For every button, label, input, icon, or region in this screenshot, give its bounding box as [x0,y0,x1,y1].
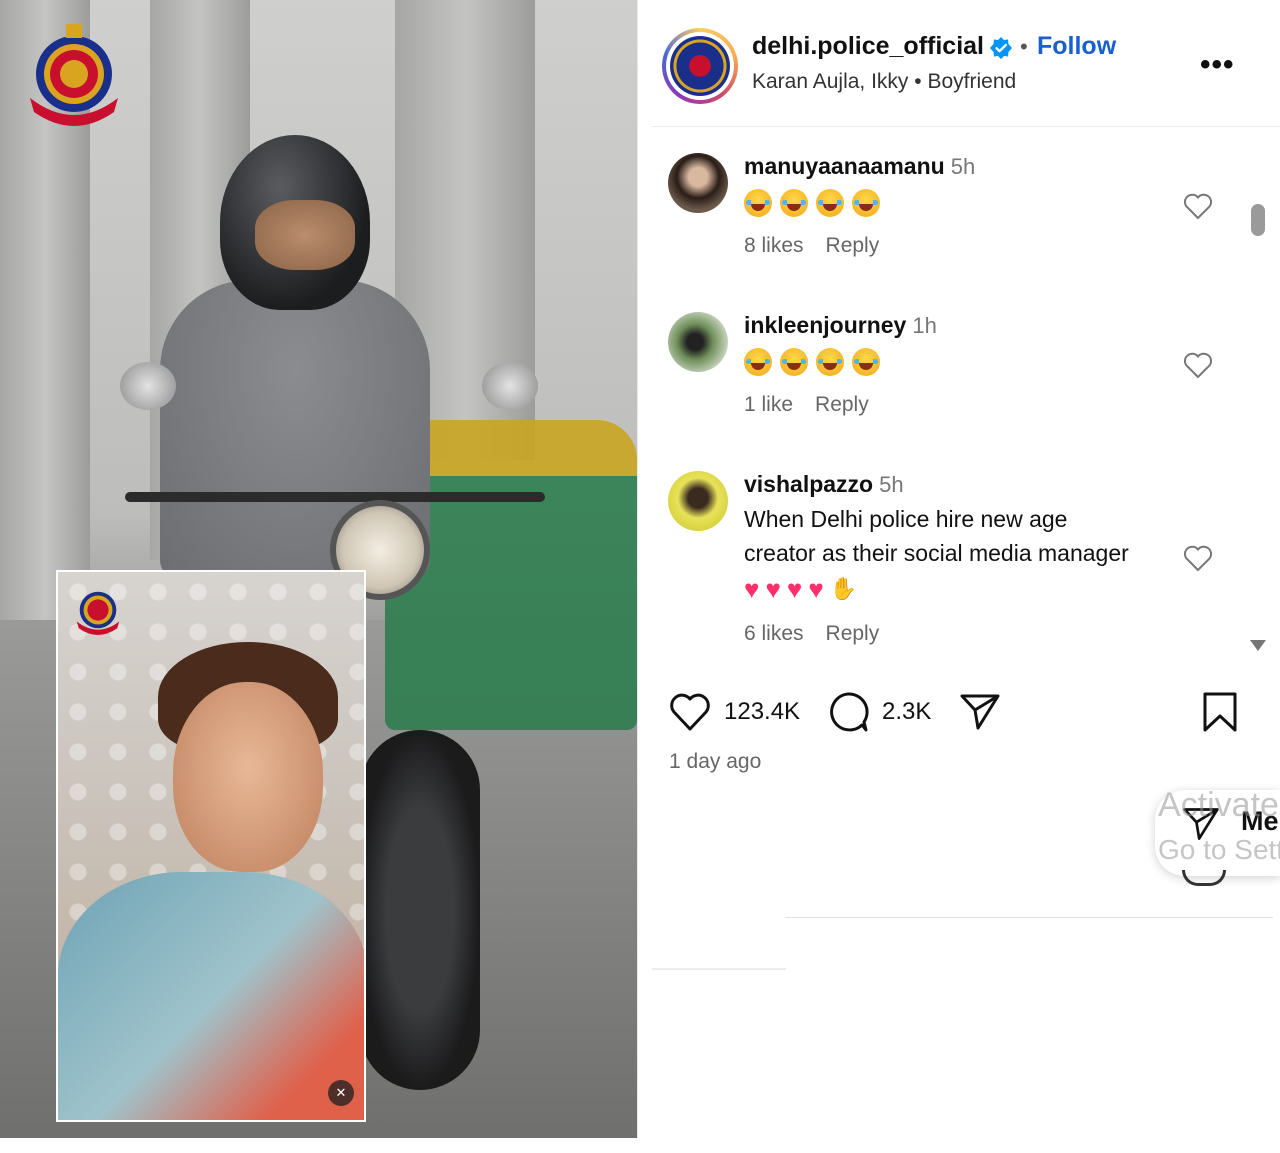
post-time: 1 day ago [669,750,762,773]
reply-button[interactable]: Reply [826,622,880,645]
floating-button-shadow [1182,870,1226,886]
more-options-icon[interactable]: ••• [1200,48,1235,82]
pink-heart-emoji-icon: ♥ [786,573,803,604]
mirror-left [120,362,176,410]
comment-emojis [744,184,1144,218]
header-separator: • [1020,34,1028,59]
follow-button[interactable]: Follow [1037,32,1116,61]
panel-divider [637,0,638,1138]
comment-like-heart-icon[interactable] [1183,192,1213,220]
pink-heart-emoji-icon: ♥ [765,573,781,604]
comments-count[interactable]: 2.3K [882,698,931,726]
activate-windows-watermark: Activate [1158,786,1279,824]
panel-bottom-border [652,968,786,970]
comment-like-heart-icon[interactable] [1183,544,1213,572]
commenter-avatar[interactable] [668,312,728,372]
inset-video[interactable]: ✕ [56,570,366,1122]
panel-bottom-border [785,917,1273,918]
commenter-avatar[interactable] [668,471,728,531]
rider-face [255,200,355,270]
laughing-emoji-icon [780,188,808,217]
verified-badge-icon [990,37,1012,59]
like-heart-icon[interactable] [668,690,712,734]
comment-time: 5h [879,472,904,497]
laughing-emoji-icon [816,347,844,376]
handlebar [125,492,545,502]
delhi-police-seal-logo [30,24,118,126]
share-send-icon[interactable] [958,690,1002,734]
laughing-emoji-icon [744,347,772,376]
comment-time: 1h [912,313,937,338]
comment-like-heart-icon[interactable] [1183,351,1213,379]
front-tire [360,730,480,1090]
activate-windows-watermark-sub: Go to Sett [1158,834,1280,865]
mirror-right [482,362,538,410]
comment-username[interactable]: manuyaanaamanu [744,153,945,179]
action-bar: 123.4K 2.3K [668,690,1248,734]
likes-count[interactable]: 123.4K [724,698,800,726]
header-divider [652,126,1280,127]
audio-track: Boyfriend [927,70,1017,93]
comment-text: When Delhi police hire new age creator a… [744,506,1129,566]
audio-artist: Karan Aujla, Ikky [752,70,909,93]
audio-credit[interactable]: Karan Aujla, Ikky • Boyfriend [752,70,1016,94]
woman-face [173,682,323,872]
audio-separator: • [914,70,922,93]
pink-heart-emoji-icon: ♥ [744,573,760,604]
comment-text-block: When Delhi police hire new age creator a… [744,502,1134,606]
scrollbar-thumb[interactable] [1251,204,1265,236]
scroll-down-arrow-icon[interactable] [1250,640,1266,651]
delhi-police-seal-small-logo [76,591,120,636]
comment-emojis [744,343,1144,377]
comment-likes[interactable]: 6 likes [744,622,804,645]
account-avatar[interactable] [662,28,738,104]
laughing-emoji-icon [780,347,808,376]
reply-button[interactable]: Reply [826,234,880,257]
commenter-avatar[interactable] [668,153,728,213]
comment-username[interactable]: vishalpazzo [744,471,873,497]
raising-hands-emoji-icon: ✋ [829,575,858,601]
comment-icon[interactable] [826,690,870,734]
comment-time: 5h [950,154,976,179]
comment-likes[interactable]: 1 like [744,393,793,416]
mute-icon[interactable]: ✕ [328,1080,354,1106]
account-handle[interactable]: delhi.police_official [752,32,984,61]
dupatta [58,872,364,1120]
comment-username[interactable]: inkleenjourney [744,312,906,338]
pink-heart-emoji-icon: ♥ [808,573,824,604]
laughing-emoji-icon [852,188,880,217]
post-media[interactable]: ✕ [0,0,637,1138]
comment-likes[interactable]: 8 likes [744,234,804,257]
laughing-emoji-icon [816,188,844,217]
laughing-emoji-icon [852,347,880,376]
save-bookmark-icon[interactable] [1198,690,1242,734]
reply-button[interactable]: Reply [815,393,869,416]
laughing-emoji-icon [744,188,772,217]
